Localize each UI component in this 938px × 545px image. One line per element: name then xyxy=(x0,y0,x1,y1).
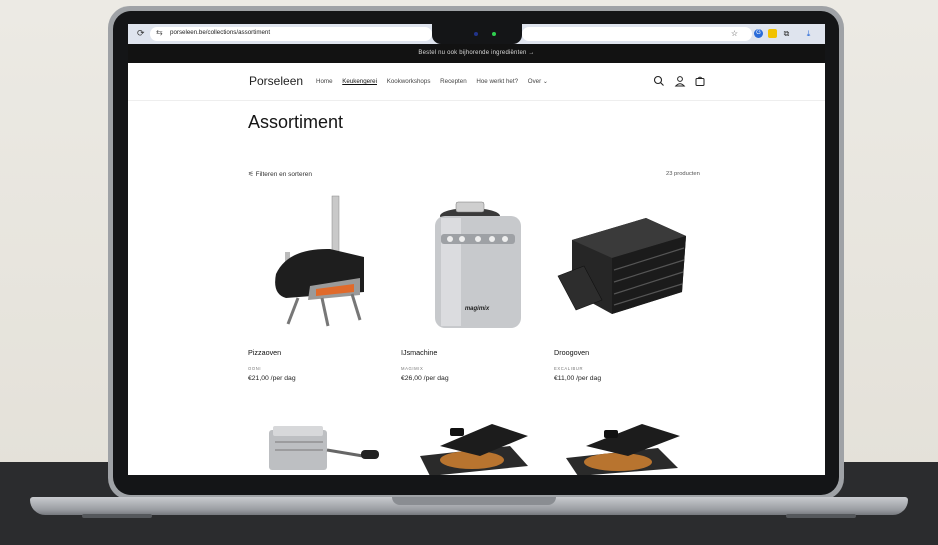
product-image-pastamachine[interactable] xyxy=(263,416,399,475)
product-image-pizzaoven[interactable] xyxy=(248,194,384,338)
reload-icon[interactable]: ⟳ xyxy=(137,28,145,39)
product-image-wafelijzer[interactable] xyxy=(410,416,546,475)
filter-icon: ⚟ xyxy=(248,171,254,178)
nav-item-keukengerei[interactable]: Keukengerei xyxy=(342,78,377,85)
laptop-foot-right xyxy=(786,514,856,518)
product-name[interactable]: IJsmachine xyxy=(401,348,437,357)
product-name[interactable]: Pizzaoven xyxy=(248,348,281,357)
nav-item-hoe-werkt-het[interactable]: Hoe werkt het? xyxy=(476,78,518,85)
cart-icon[interactable] xyxy=(694,75,706,87)
product-image-wafelijzer-2[interactable] xyxy=(560,416,696,475)
product-brand: MAGIMIX xyxy=(401,366,424,371)
star-icon[interactable]: ☆ xyxy=(730,29,739,38)
address-bar-right xyxy=(522,27,752,41)
filter-sort-button[interactable]: ⚟ Filteren en sorteren xyxy=(248,170,312,178)
magimix-logo: magimix xyxy=(465,306,490,312)
extension-icon[interactable]: G xyxy=(754,29,763,38)
product-price: €11,00 /per dag xyxy=(554,375,602,382)
main-nav: Home Keukengerei Kookworkshops Recepten … xyxy=(316,78,556,85)
product-image-ijsmachine[interactable]: magimix xyxy=(401,194,537,338)
product-price: €26,00 /per dag xyxy=(401,375,449,382)
product-count: 23 producten xyxy=(666,171,700,177)
site-logo[interactable]: Porseleen xyxy=(249,74,303,88)
nav-item-kookworkshops[interactable]: Kookworkshops xyxy=(387,78,431,85)
laptop-foot-left xyxy=(82,514,152,518)
url-text: porseleen.be/collections/assortiment xyxy=(170,29,271,36)
download-icon[interactable]: ⤓ xyxy=(804,29,813,38)
product-brand: EXCALIBUR xyxy=(554,366,584,371)
nav-item-home[interactable]: Home xyxy=(316,78,333,85)
laptop-opening-notch xyxy=(392,497,556,505)
product-brand: OONI xyxy=(248,366,262,371)
site-header: Porseleen Home Keukengerei Kookworkshops… xyxy=(128,63,825,101)
product-price: €21,00 /per dag xyxy=(248,375,296,382)
camera-indicator-light xyxy=(492,32,496,36)
filter-label: Filteren en sorteren xyxy=(255,171,313,178)
nav-item-over[interactable]: Over ⌄ xyxy=(528,78,548,85)
camera-lens xyxy=(474,32,478,36)
collection-title: Assortiment xyxy=(248,112,344,132)
address-bar[interactable]: ⇆ porseleen.be/collections/assortiment xyxy=(150,27,432,41)
search-icon[interactable] xyxy=(653,75,665,87)
account-icon[interactable] xyxy=(674,75,686,87)
camera-notch xyxy=(432,24,522,44)
site-settings-icon[interactable]: ⇆ xyxy=(156,28,163,37)
product-image-droogoven[interactable] xyxy=(554,194,690,338)
announcement-bar[interactable]: Bestel nu ook bijhorende ingrediënten → xyxy=(128,44,825,63)
wallet-extension-icon[interactable] xyxy=(768,29,777,38)
nav-item-recepten[interactable]: Recepten xyxy=(440,78,467,85)
browser-screen: ⟳ ⇆ porseleen.be/collections/assortiment… xyxy=(128,24,825,475)
puzzle-icon[interactable]: ⧉ xyxy=(782,29,791,38)
product-name[interactable]: Droogoven xyxy=(554,348,589,357)
